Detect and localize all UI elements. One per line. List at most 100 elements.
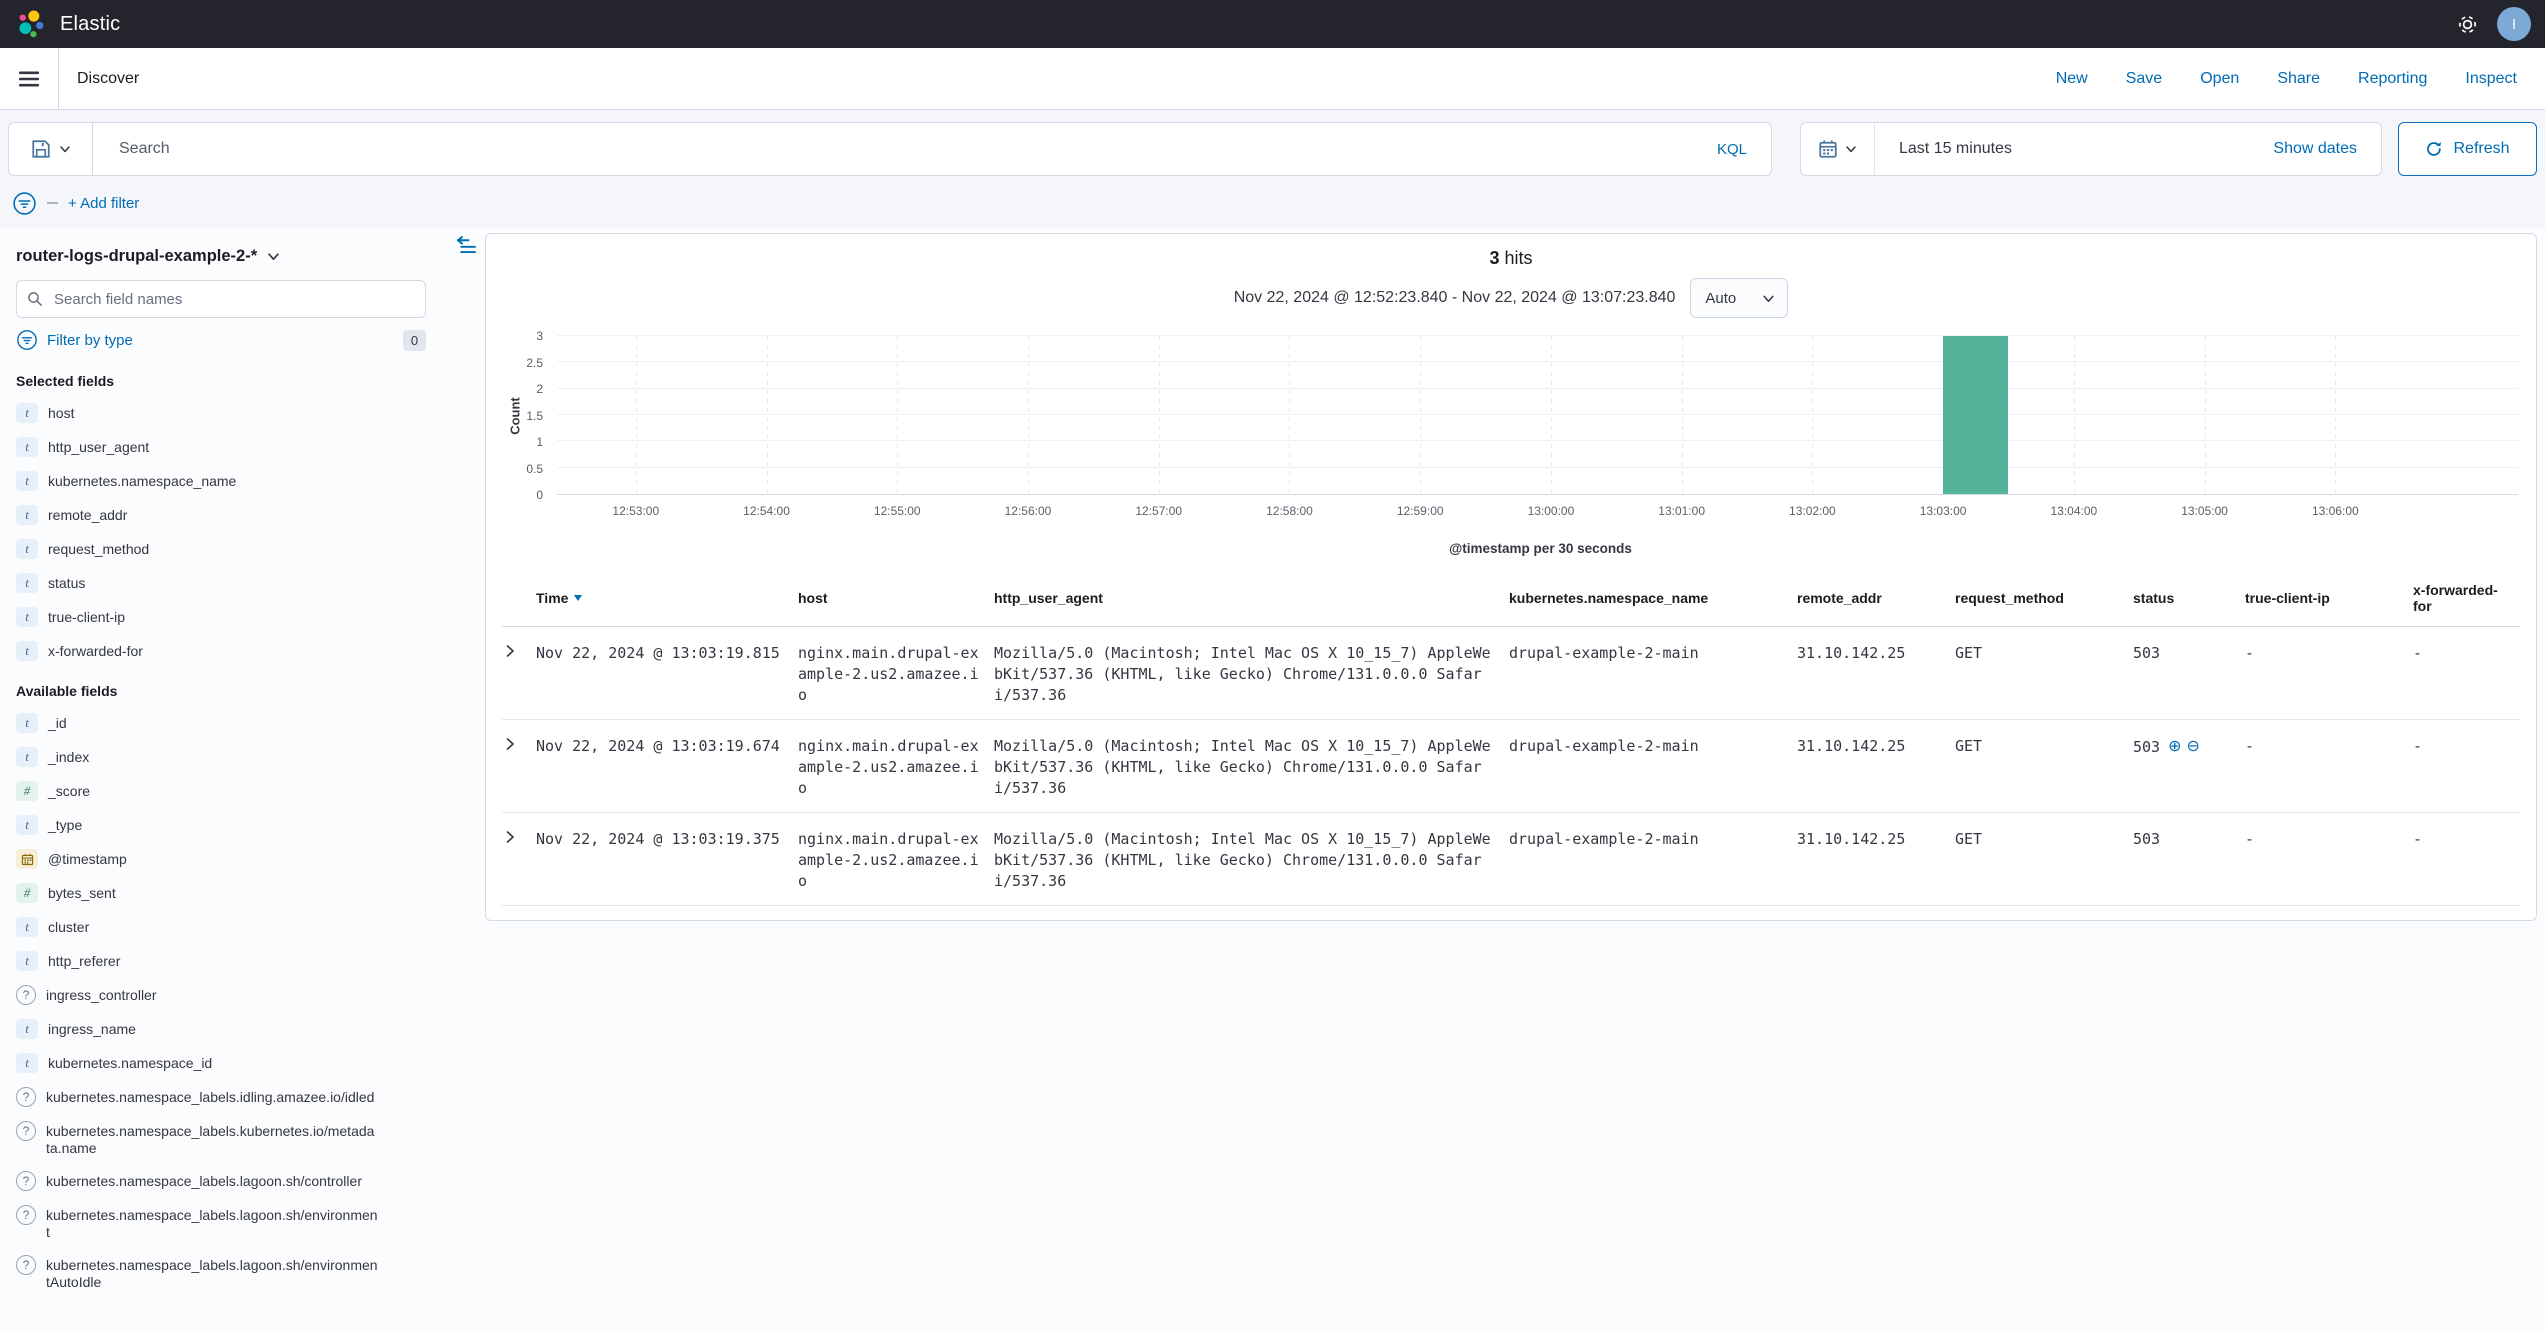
- help-icon[interactable]: [2458, 15, 2477, 34]
- nav-menu-reporting[interactable]: Reporting: [2358, 70, 2427, 88]
- column-header-request_method[interactable]: request_method: [1955, 572, 2133, 627]
- field-item-x-forwarded-for[interactable]: tx-forwarded-for: [16, 641, 447, 661]
- field-item-kubernetes.namespace_name[interactable]: tkubernetes.namespace_name: [16, 471, 447, 491]
- expand-row-icon[interactable]: [502, 813, 536, 906]
- x-axis-ticks: 12:53:0012:54:0012:55:0012:56:0012:57:00…: [557, 495, 2518, 523]
- field-item-_id[interactable]: t_id: [16, 713, 447, 733]
- cell-remote_addr: 31.10.142.25: [1797, 627, 1955, 720]
- chevron-down-icon: [59, 143, 71, 155]
- expand-row-icon[interactable]: [502, 627, 536, 720]
- filter-out-value-icon[interactable]: ⊖: [2187, 736, 2200, 755]
- nav-menu-new[interactable]: New: [2056, 70, 2088, 88]
- menu-icon[interactable]: [0, 48, 58, 109]
- v-gridline: [1551, 336, 1552, 494]
- v-gridline: [1289, 336, 1290, 494]
- field-item-bytes_sent[interactable]: #bytes_sent: [16, 883, 447, 903]
- discover-panel: 3 hits Nov 22, 2024 @ 12:52:23.840 - Nov…: [485, 233, 2537, 921]
- filter-for-value-icon[interactable]: ⊕: [2168, 736, 2181, 755]
- field-name: kubernetes.namespace_labels.lagoon.sh/co…: [46, 1171, 362, 1190]
- field-item-true-client-ip[interactable]: ttrue-client-ip: [16, 607, 447, 627]
- column-header-time[interactable]: Time: [536, 572, 798, 627]
- x-tick-label: 12:57:00: [1135, 504, 1182, 518]
- cell-host: nginx.main.drupal-example-2.us2.amazee.i…: [798, 813, 994, 906]
- table-row: Nov 22, 2024 @ 13:03:19.375nginx.main.dr…: [502, 813, 2520, 906]
- interval-select[interactable]: Auto: [1690, 278, 1788, 318]
- column-header-kubernetes.namespace_name[interactable]: kubernetes.namespace_name: [1509, 572, 1797, 627]
- cell-kubernetes.namespace_name: drupal-example-2-main: [1509, 720, 1797, 813]
- column-header-x-forwarded-for[interactable]: x-forwarded-for: [2413, 572, 2520, 627]
- filter-by-type-button[interactable]: Filter by type: [47, 332, 133, 349]
- cell-remote_addr: 31.10.142.25: [1797, 720, 1955, 813]
- elastic-logo[interactable]: Elastic: [16, 9, 120, 39]
- field-item-cluster[interactable]: tcluster: [16, 917, 447, 937]
- field-item-status[interactable]: tstatus: [16, 573, 447, 593]
- refresh-button[interactable]: Refresh: [2398, 122, 2537, 176]
- search-input[interactable]: [93, 139, 1717, 159]
- x-tick-label: 13:00:00: [1528, 504, 1575, 518]
- expander-column-header: [502, 572, 536, 627]
- collapse-sidebar-icon[interactable]: [456, 235, 477, 256]
- field-name: kubernetes.namespace_labels.idling.amaze…: [46, 1087, 374, 1106]
- histogram-bar[interactable]: [1943, 336, 2008, 494]
- field-name: host: [48, 403, 74, 422]
- saved-query-menu-button[interactable]: [9, 123, 93, 175]
- field-item-host[interactable]: thost: [16, 403, 447, 423]
- column-header-true-client-ip[interactable]: true-client-ip: [2245, 572, 2413, 627]
- app-nav-bar: Discover NewSaveOpenShareReportingInspec…: [0, 48, 2545, 110]
- time-range-value[interactable]: Last 15 minutes: [1875, 140, 2273, 158]
- kql-button[interactable]: KQL: [1717, 141, 1771, 158]
- field-item-@timestamp[interactable]: @timestamp: [16, 849, 447, 869]
- chart-time-range: Nov 22, 2024 @ 12:52:23.840 - Nov 22, 20…: [1234, 289, 1676, 307]
- field-item-_index[interactable]: t_index: [16, 747, 447, 767]
- field-item-request_method[interactable]: trequest_method: [16, 539, 447, 559]
- v-gridline: [2205, 336, 2206, 494]
- field-name: _score: [48, 781, 90, 800]
- field-item-_score[interactable]: # _score: [16, 781, 447, 801]
- user-avatar[interactable]: I: [2497, 7, 2531, 41]
- field-item-kubernetes.namespace_labels.kubernetes.io/metadata.name[interactable]: ?kubernetes.namespace_labels.kubernetes.…: [16, 1121, 447, 1157]
- field-item-kubernetes.namespace_labels.lagoon.sh/environmentAutoIdle[interactable]: ?kubernetes.namespace_labels.lagoon.sh/e…: [16, 1255, 447, 1291]
- field-name: _index: [48, 747, 89, 766]
- filter-icon[interactable]: [12, 191, 37, 216]
- x-tick-label: 12:55:00: [874, 504, 921, 518]
- string-field-icon: t: [16, 437, 38, 457]
- field-item-remote_addr[interactable]: tremote_addr: [16, 505, 447, 525]
- show-dates-button[interactable]: Show dates: [2273, 140, 2381, 158]
- nav-menu-open[interactable]: Open: [2200, 70, 2239, 88]
- field-name: http_user_agent: [48, 437, 149, 456]
- cell-time: Nov 22, 2024 @ 13:03:19.375: [536, 813, 798, 906]
- column-header-host[interactable]: host: [798, 572, 994, 627]
- column-header-status[interactable]: status: [2133, 572, 2245, 627]
- expand-row-icon[interactable]: [502, 720, 536, 813]
- search-icon: [27, 291, 43, 307]
- field-item-kubernetes.namespace_id[interactable]: tkubernetes.namespace_id: [16, 1053, 447, 1073]
- nav-menu-share[interactable]: Share: [2277, 70, 2320, 88]
- column-header-remote_addr[interactable]: remote_addr: [1797, 572, 1955, 627]
- field-search-input[interactable]: [52, 290, 415, 309]
- nav-menu-inspect[interactable]: Inspect: [2465, 70, 2517, 88]
- field-item-kubernetes.namespace_labels.lagoon.sh/environment[interactable]: ?kubernetes.namespace_labels.lagoon.sh/e…: [16, 1205, 447, 1241]
- field-name: cluster: [48, 917, 89, 936]
- add-filter-button[interactable]: + Add filter: [68, 195, 139, 212]
- elastic-logo-icon: [16, 9, 46, 39]
- field-item-ingress_name[interactable]: tingress_name: [16, 1019, 447, 1039]
- field-item-http_user_agent[interactable]: t http_user_agent: [16, 437, 447, 457]
- index-pattern-selector[interactable]: router-logs-drupal-example-2-*: [16, 247, 447, 266]
- field-item-http_referer[interactable]: thttp_referer: [16, 951, 447, 971]
- v-gridline: [1812, 336, 1813, 494]
- field-item-_type[interactable]: t_type: [16, 815, 447, 835]
- cell-x-forwarded-for: -: [2413, 720, 2520, 813]
- selected-fields-heading: Selected fields: [16, 373, 447, 389]
- v-gridline: [2335, 336, 2336, 494]
- field-item-kubernetes.namespace_labels.idling.amazee.io/idled[interactable]: ?kubernetes.namespace_labels.idling.amaz…: [16, 1087, 447, 1107]
- field-item-kubernetes.namespace_labels.lagoon.sh/controller[interactable]: ?kubernetes.namespace_labels.lagoon.sh/c…: [16, 1171, 447, 1191]
- filter-by-type-icon: [16, 329, 38, 351]
- field-item-ingress_controller[interactable]: ?ingress_controller: [16, 985, 447, 1005]
- nav-menu-save[interactable]: Save: [2126, 70, 2162, 88]
- column-header-http_user_agent[interactable]: http_user_agent: [994, 572, 1509, 627]
- number-field-icon: #: [16, 781, 38, 801]
- field-name: x-forwarded-for: [48, 641, 143, 660]
- x-tick-label: 13:05:00: [2181, 504, 2228, 518]
- date-picker-menu-button[interactable]: [1801, 123, 1875, 175]
- h-gridline: [557, 335, 2518, 336]
